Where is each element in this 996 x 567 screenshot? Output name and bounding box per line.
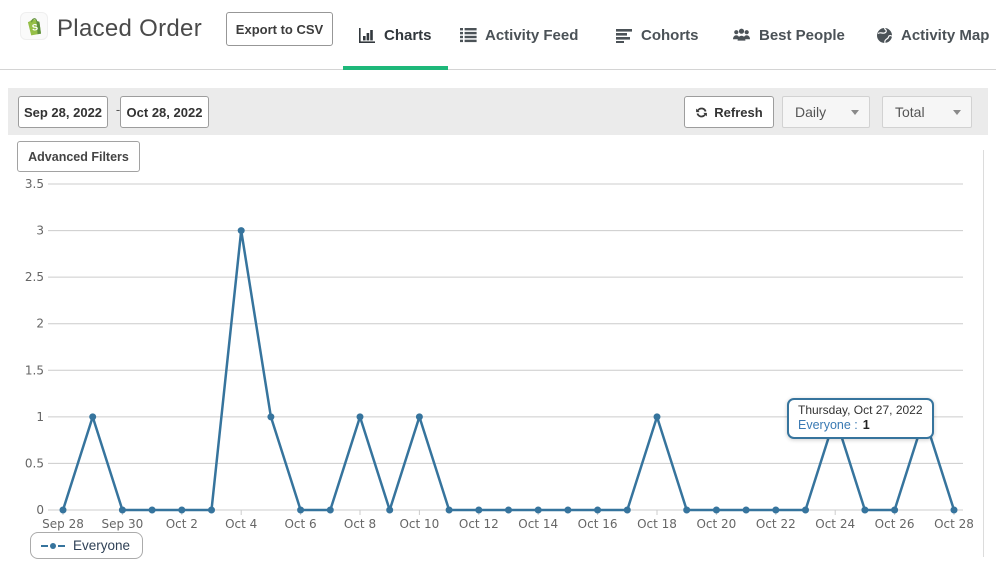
svg-text:Sep 30: Sep 30: [102, 517, 144, 531]
data-point[interactable]: [713, 507, 720, 514]
data-point[interactable]: [89, 413, 96, 420]
svg-text:0: 0: [36, 503, 44, 517]
svg-text:3.5: 3.5: [25, 177, 44, 191]
data-point[interactable]: [238, 227, 245, 234]
data-point[interactable]: [357, 413, 364, 420]
svg-text:2: 2: [36, 317, 44, 331]
data-point[interactable]: [267, 413, 274, 420]
svg-text:2.5: 2.5: [25, 270, 44, 284]
svg-text:0.5: 0.5: [25, 456, 44, 470]
data-point[interactable]: [416, 413, 423, 420]
data-point[interactable]: [178, 507, 185, 514]
data-point[interactable]: [743, 507, 750, 514]
data-point[interactable]: [802, 507, 809, 514]
svg-text:Oct 2: Oct 2: [166, 517, 198, 531]
data-point[interactable]: [951, 507, 958, 514]
data-point[interactable]: [594, 507, 601, 514]
data-point[interactable]: [446, 507, 453, 514]
legend-label: Everyone: [73, 538, 130, 553]
legend-line-marker-icon: [41, 541, 65, 551]
data-point[interactable]: [119, 507, 126, 514]
data-point[interactable]: [208, 507, 215, 514]
vertical-divider: [983, 150, 984, 557]
data-point[interactable]: [891, 507, 898, 514]
chart-tooltip: Thursday, Oct 27, 2022 Everyone : 1: [787, 398, 934, 439]
data-point[interactable]: [149, 507, 156, 514]
svg-text:Oct 18: Oct 18: [637, 517, 677, 531]
svg-text:Oct 8: Oct 8: [344, 517, 376, 531]
svg-text:Oct 22: Oct 22: [756, 517, 796, 531]
svg-text:3: 3: [36, 224, 44, 238]
data-point[interactable]: [861, 507, 868, 514]
svg-text:Oct 4: Oct 4: [225, 517, 257, 531]
data-point[interactable]: [505, 507, 512, 514]
tooltip-date: Thursday, Oct 27, 2022: [798, 402, 923, 418]
app-window: S Placed Order Export to CSV Charts Acti…: [0, 0, 996, 567]
tooltip-series-label: Everyone :: [798, 418, 858, 432]
line-chart[interactable]: 0 0.5 1 1.5 2 2.5 3 3.5 Sep 28 Sep 30 Oct 2 Oct 4 Oc…: [0, 0, 996, 567]
data-point[interactable]: [475, 507, 482, 514]
svg-text:1.5: 1.5: [25, 363, 44, 377]
data-point[interactable]: [772, 507, 779, 514]
svg-text:Oct 6: Oct 6: [284, 517, 316, 531]
legend-everyone[interactable]: Everyone: [30, 532, 143, 559]
svg-text:Oct 10: Oct 10: [399, 517, 439, 531]
svg-text:Oct 24: Oct 24: [815, 517, 855, 531]
data-point[interactable]: [624, 507, 631, 514]
svg-text:1: 1: [36, 410, 44, 424]
data-point[interactable]: [386, 507, 393, 514]
data-point[interactable]: [535, 507, 542, 514]
svg-text:Oct 28: Oct 28: [934, 517, 974, 531]
data-point[interactable]: [327, 507, 334, 514]
data-point[interactable]: [297, 507, 304, 514]
tooltip-value: 1: [863, 418, 870, 432]
data-point[interactable]: [60, 507, 67, 514]
data-point[interactable]: [564, 507, 571, 514]
svg-text:Sep 28: Sep 28: [42, 517, 84, 531]
svg-text:Oct 12: Oct 12: [459, 517, 499, 531]
svg-text:Oct 26: Oct 26: [875, 517, 915, 531]
svg-text:Oct 14: Oct 14: [518, 517, 558, 531]
svg-text:Oct 16: Oct 16: [578, 517, 618, 531]
data-point[interactable]: [683, 507, 690, 514]
data-point[interactable]: [654, 413, 661, 420]
svg-text:Oct 20: Oct 20: [696, 517, 736, 531]
